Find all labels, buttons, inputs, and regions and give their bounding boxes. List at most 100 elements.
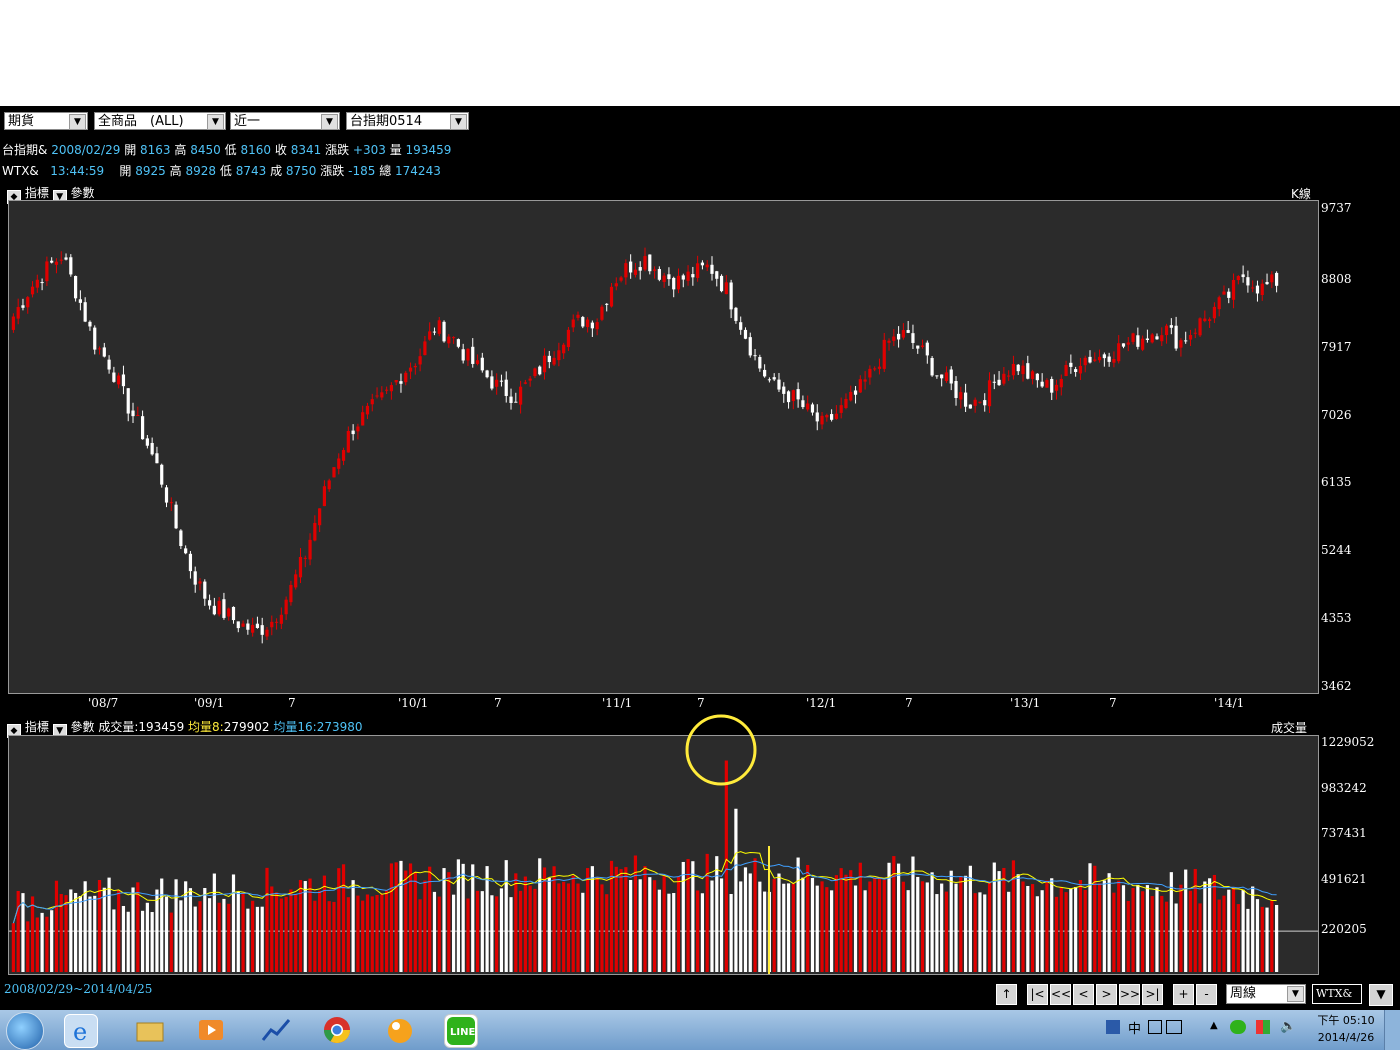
- candle: [404, 372, 408, 383]
- candle: [782, 386, 786, 394]
- candle: [1160, 335, 1164, 342]
- first-button[interactable]: |<: [1027, 984, 1048, 1005]
- ime-mode[interactable]: 中: [1128, 1018, 1141, 1037]
- candle: [227, 608, 231, 617]
- line-tray-icon[interactable]: [1230, 1020, 1246, 1034]
- stock-app-icon[interactable]: [260, 1014, 292, 1046]
- volume-bar: [1121, 885, 1126, 972]
- volume-bar: [318, 890, 322, 972]
- volume-bar: [1251, 886, 1255, 972]
- candle: [45, 261, 49, 282]
- show-desktop-button[interactable]: [1384, 1010, 1400, 1050]
- candle: [174, 504, 178, 529]
- volume-bar: [404, 870, 408, 972]
- candle: [480, 357, 484, 371]
- market-type-value: 期貨: [8, 114, 35, 129]
- volume-chart[interactable]: [8, 735, 1319, 975]
- volume-bar: [1212, 874, 1217, 972]
- volume-bar: [839, 868, 843, 972]
- volume-bar: [810, 877, 815, 972]
- candle: [298, 556, 303, 578]
- line-icon[interactable]: LINE: [444, 1014, 478, 1048]
- volume-bar: [30, 896, 35, 972]
- volume-bar: [614, 866, 618, 972]
- app-tray-icon[interactable]: [1256, 1020, 1270, 1034]
- candle: [490, 376, 494, 389]
- symbol-select[interactable]: 台指期0514 ▼: [346, 112, 469, 130]
- candle: [452, 337, 456, 339]
- ime-shape-icon[interactable]: [1148, 1020, 1162, 1034]
- prev-page-button[interactable]: <<: [1050, 984, 1071, 1005]
- volume-bar: [1198, 903, 1202, 972]
- date-axis-tick: 7: [905, 696, 913, 710]
- market-type-select[interactable]: 期貨 ▼: [4, 112, 88, 130]
- volume-icon[interactable]: 🔈: [1280, 1019, 1296, 1034]
- start-button[interactable]: [6, 1012, 44, 1050]
- ime-icon[interactable]: [1106, 1020, 1120, 1034]
- candle: [542, 355, 547, 373]
- price-chart[interactable]: [8, 200, 1319, 694]
- symbol-input[interactable]: WTX&: [1312, 984, 1362, 1004]
- volume-bar: [1260, 906, 1264, 972]
- candle: [1184, 340, 1188, 342]
- volume-bar: [1184, 869, 1188, 972]
- volume-bar: [786, 883, 791, 972]
- zoom-out-button[interactable]: -: [1196, 984, 1217, 1005]
- candle: [1212, 306, 1217, 319]
- candle: [1121, 343, 1126, 347]
- candle: [1117, 343, 1121, 362]
- volume-bar: [1208, 878, 1212, 972]
- volume-bar: [385, 890, 389, 972]
- candle: [212, 605, 216, 615]
- volume-bar: [126, 911, 130, 972]
- chrome-icon[interactable]: [321, 1014, 353, 1046]
- media-player-icon[interactable]: [195, 1014, 227, 1046]
- volume-bar: [700, 893, 705, 972]
- candle: [385, 389, 389, 391]
- contract-month-select[interactable]: 近一 ▼: [230, 112, 340, 130]
- volume-bar: [1102, 880, 1106, 972]
- volume-bar: [408, 863, 413, 972]
- volume-bar: [1150, 896, 1154, 972]
- volume-bar: [21, 893, 25, 972]
- candle: [940, 374, 944, 379]
- params-button[interactable]: 參數: [71, 720, 95, 734]
- candle: [1097, 356, 1102, 361]
- next-page-button[interactable]: >>: [1119, 984, 1140, 1005]
- last-button[interactable]: >|: [1142, 984, 1163, 1005]
- candle: [576, 314, 580, 318]
- volume-bar: [394, 862, 398, 972]
- dropdown-arrow-button[interactable]: ▼: [1369, 984, 1393, 1006]
- indicator-button[interactable]: 指標: [25, 720, 49, 734]
- indicator-button[interactable]: 指標: [25, 186, 49, 200]
- candle: [294, 574, 298, 588]
- volume-bar: [361, 900, 365, 972]
- ime-keyboard-icon[interactable]: [1166, 1020, 1182, 1034]
- candle: [1141, 338, 1145, 350]
- volume-bar: [1050, 878, 1054, 972]
- candle: [1093, 359, 1097, 361]
- period-select[interactable]: 周線 ▼: [1226, 984, 1306, 1004]
- params-button[interactable]: 參數: [71, 186, 95, 200]
- volume-bar: [78, 895, 82, 972]
- ie-icon[interactable]: e: [64, 1014, 98, 1048]
- candle: [600, 306, 604, 320]
- candle: [136, 415, 140, 417]
- product-select[interactable]: 全商品 (ALL) ▼: [94, 112, 226, 130]
- date-axis-tick: 7: [697, 696, 705, 710]
- prev-button[interactable]: <: [1073, 984, 1094, 1005]
- show-hidden-icons-icon[interactable]: ▲: [1210, 1020, 1218, 1031]
- system-clock[interactable]: 下午 05:10 2014/4/26: [1314, 1012, 1378, 1046]
- volume-bar: [337, 868, 341, 972]
- explorer-icon[interactable]: [134, 1014, 166, 1046]
- zoom-in-button[interactable]: +: [1173, 984, 1194, 1005]
- candle: [1074, 369, 1078, 373]
- volume-bar: [1007, 891, 1011, 972]
- scroll-up-button[interactable]: ↑: [996, 984, 1017, 1005]
- volume-bar: [1097, 883, 1102, 972]
- pinball-icon[interactable]: [384, 1014, 416, 1046]
- next-button[interactable]: >: [1096, 984, 1117, 1005]
- candle: [667, 274, 671, 280]
- candle: [676, 275, 681, 290]
- volume-bar: [1054, 896, 1059, 972]
